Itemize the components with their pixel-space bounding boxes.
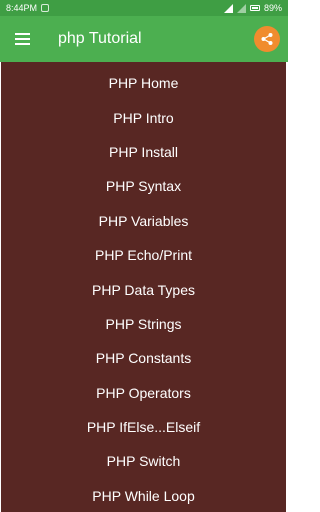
tutorial-topic-list[interactable]: PHP Home PHP Intro PHP Install PHP Synta… bbox=[1, 62, 286, 512]
notification-icon bbox=[41, 4, 50, 12]
list-item-php-intro[interactable]: PHP Intro bbox=[1, 100, 286, 134]
list-item-php-syntax[interactable]: PHP Syntax bbox=[1, 169, 286, 203]
app-title: php Tutorial bbox=[58, 30, 142, 47]
hamburger-menu-icon[interactable] bbox=[10, 27, 34, 51]
list-item-php-while-loop[interactable]: PHP While Loop bbox=[1, 479, 286, 512]
list-item-php-operators[interactable]: PHP Operators bbox=[1, 376, 286, 410]
status-bar: 8:44PM 89% bbox=[0, 0, 288, 16]
app-bar: php Tutorial bbox=[0, 16, 288, 62]
list-item-php-switch[interactable]: PHP Switch bbox=[1, 444, 286, 478]
signal-secondary-icon bbox=[236, 3, 246, 13]
share-button[interactable] bbox=[254, 26, 280, 52]
list-item-php-install[interactable]: PHP Install bbox=[1, 135, 286, 169]
status-time: 8:44PM bbox=[6, 3, 38, 13]
list-item-php-data-types[interactable]: PHP Data Types bbox=[1, 272, 286, 306]
share-icon bbox=[261, 33, 273, 45]
list-item-php-echo-print[interactable]: PHP Echo/Print bbox=[1, 238, 286, 272]
list-item-php-constants[interactable]: PHP Constants bbox=[1, 341, 286, 375]
content-area: PHP Home PHP Intro PHP Install PHP Synta… bbox=[0, 62, 288, 512]
battery-percent: 89% bbox=[263, 3, 282, 13]
list-item-php-ifelse-elseif[interactable]: PHP IfElse...Elseif bbox=[1, 410, 286, 444]
signal-icon bbox=[223, 3, 233, 13]
status-right: 89% bbox=[223, 3, 282, 13]
list-item-php-variables[interactable]: PHP Variables bbox=[1, 204, 286, 238]
list-item-php-strings[interactable]: PHP Strings bbox=[1, 307, 286, 341]
battery-icon bbox=[249, 5, 260, 11]
status-left: 8:44PM bbox=[6, 3, 50, 13]
list-item-php-home[interactable]: PHP Home bbox=[1, 66, 286, 100]
